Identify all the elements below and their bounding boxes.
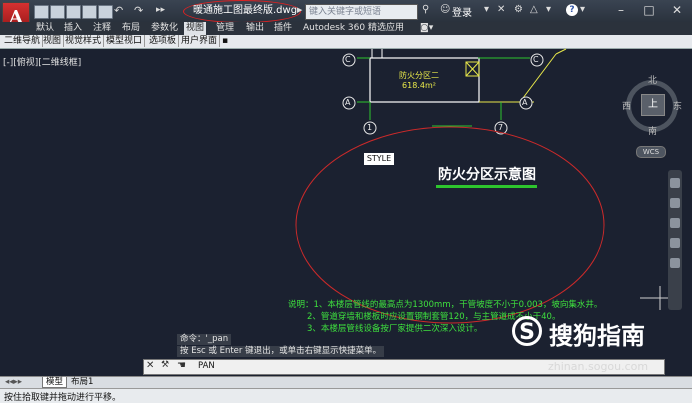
viewcube-east[interactable]: 东 bbox=[673, 99, 682, 112]
close-icon[interactable]: ✕ bbox=[146, 360, 154, 371]
command-history-2: 按 Esc 或 Enter 键退出，或单击右键显示快捷菜单。 bbox=[177, 346, 385, 357]
pan-icon[interactable] bbox=[670, 198, 680, 208]
watermark-brand: 搜狗指南 bbox=[549, 322, 645, 350]
layout-tab-bar: ◂◂▸▸ 模型 布局1 bbox=[0, 376, 692, 388]
highlight-ellipse bbox=[295, 126, 605, 324]
tab-layout1[interactable]: 布局1 bbox=[68, 377, 96, 387]
orbit-icon[interactable] bbox=[670, 238, 680, 248]
watermark-url: zhinan.sogou.com bbox=[548, 360, 649, 373]
viewcube-top-face[interactable]: 上 bbox=[641, 94, 665, 116]
fire-zone-label: 防火分区二 618.4m² bbox=[398, 71, 440, 91]
title-underline bbox=[436, 185, 537, 188]
wall-line bbox=[555, 48, 567, 55]
command-input[interactable]: PAN bbox=[198, 361, 215, 371]
wcs-menu[interactable]: WCS bbox=[636, 146, 666, 158]
command-history-1: 命令：'_pan bbox=[177, 334, 232, 345]
grid-label-a-left: A bbox=[345, 98, 351, 107]
viewcube-south[interactable]: 南 bbox=[648, 124, 657, 137]
pan-hand-icon: ☚ bbox=[177, 360, 186, 371]
note-line-1[interactable]: 说明：1、本楼层管线的最高点为1300mm，干管坡度不小于0.003，坡向集水井… bbox=[288, 298, 602, 310]
viewcube-north[interactable]: 北 bbox=[648, 73, 657, 86]
zoom-icon[interactable] bbox=[670, 218, 680, 228]
note-line-3[interactable]: 3、本楼层管线设备按厂家提供二次深入设计。 bbox=[307, 322, 482, 334]
customize-icon[interactable]: ⚒ bbox=[161, 360, 169, 370]
fire-zone-area: 618.4m² bbox=[402, 81, 436, 90]
tab-model[interactable]: 模型 bbox=[42, 377, 68, 388]
grid-label-a-right: A bbox=[522, 98, 528, 107]
navigation-bar bbox=[668, 170, 682, 310]
grid-label-7: 7 bbox=[498, 123, 504, 132]
grid-label-1: 1 bbox=[367, 123, 373, 132]
fire-zone-name: 防火分区二 bbox=[399, 71, 439, 80]
viewcube-west[interactable]: 西 bbox=[622, 99, 631, 112]
grid-label-c-right: C bbox=[533, 55, 539, 64]
text-style-label[interactable]: STYLE bbox=[364, 153, 394, 165]
diagram-title[interactable]: 防火分区示意图 bbox=[438, 164, 536, 184]
status-message: 按住拾取键并拖动进行平移。 bbox=[4, 393, 122, 403]
showmotion-icon[interactable] bbox=[670, 258, 680, 268]
tab-nav-arrows-icon[interactable]: ◂◂▸▸ bbox=[2, 377, 25, 387]
grid-label-c-left: C bbox=[345, 55, 351, 64]
steering-wheel-icon[interactable] bbox=[670, 178, 680, 188]
sogou-logo-icon: S bbox=[512, 316, 542, 346]
